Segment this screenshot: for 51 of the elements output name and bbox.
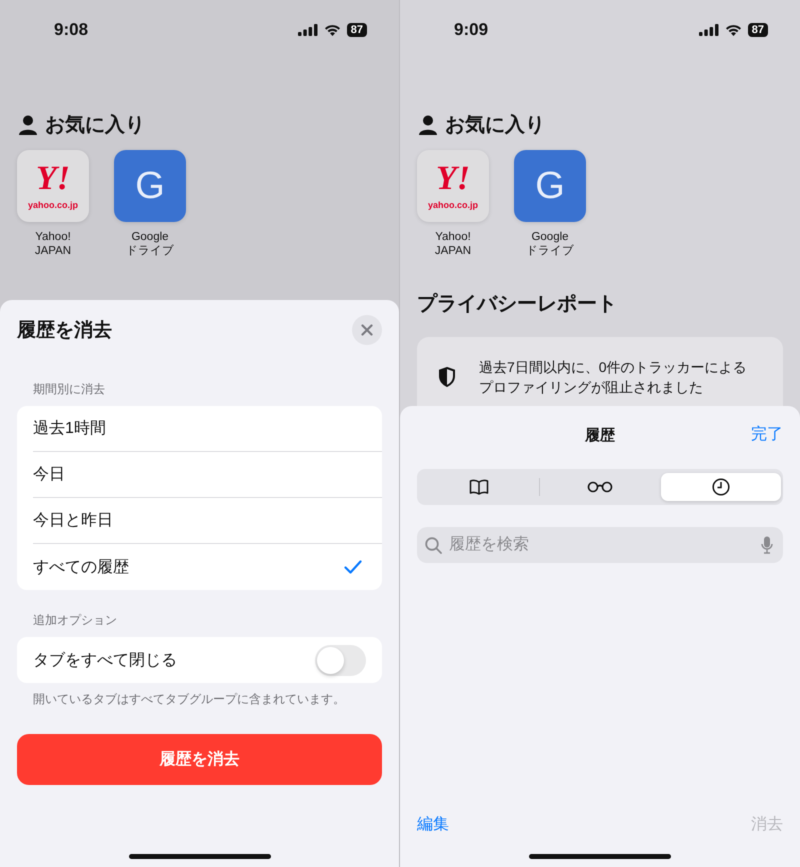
signal-icon [698, 24, 719, 36]
option-label: タブをすべて閉じる [33, 650, 177, 670]
status-time: 9:09 [454, 20, 488, 40]
segment-tab[interactable] [661, 473, 781, 501]
site-label: Yahoo! JAPAN [434, 230, 472, 258]
section-header: 期間別に消去 [32, 381, 106, 398]
footnote: 開いているタブはすべてタブグループに含まれています。 [32, 691, 346, 708]
site-label: Yahoo! JAPAN [34, 230, 72, 258]
microphone-icon [761, 536, 773, 554]
site-label: Google ドライブ [126, 230, 174, 258]
period-option[interactable]: 今日 [33, 452, 382, 498]
book-icon [469, 479, 489, 495]
site-tile[interactable]: Y! yahoo.co.jp [417, 150, 489, 222]
search-field[interactable]: 履歴を検索 [417, 527, 783, 563]
edit-button[interactable]: 編集 [417, 814, 449, 835]
battery-level: 87 [346, 23, 367, 37]
section-header: 追加オプション [32, 612, 118, 629]
site-tile[interactable]: Y! yahoo.co.jp [17, 150, 89, 222]
close-button[interactable] [352, 315, 382, 345]
clear-history-button[interactable]: 履歴を消去 [17, 734, 382, 785]
period-option[interactable]: 今日と昨日 [33, 498, 382, 544]
close-icon [361, 324, 373, 336]
section-title: プライバシーレポート [417, 292, 618, 317]
battery-level: 87 [748, 23, 768, 37]
site-domain: yahoo.co.jp [428, 200, 478, 210]
site-domain: yahoo.co.jp [28, 200, 78, 210]
site-label: Google ドライブ [526, 230, 574, 258]
favorites-title: お気に入り [445, 113, 545, 138]
favorites-title: お気に入り [45, 113, 145, 138]
signal-icon [298, 24, 318, 36]
person-icon [418, 114, 438, 134]
privacy-text: 過去7日間以内に、0件のトラッカーによる プロファイリングが阻止されました [479, 358, 747, 397]
wifi-icon [724, 24, 742, 36]
clock-icon [712, 478, 730, 496]
glasses-icon [587, 481, 613, 493]
site-letter: G [135, 164, 165, 208]
sheet-title: 履歴を消去 [17, 319, 112, 343]
status-time: 9:08 [54, 20, 88, 40]
search-icon [425, 537, 442, 554]
toggle-switch[interactable] [315, 644, 366, 676]
period-option[interactable]: すべての履歴 [33, 544, 382, 590]
site-tile[interactable]: G [114, 150, 186, 222]
wifi-icon [324, 24, 341, 36]
site-tile[interactable]: G [514, 150, 586, 222]
site-letter: G [535, 164, 565, 208]
period-option[interactable]: 過去1時間 [33, 406, 382, 452]
site-logo: Y! [36, 162, 70, 196]
site-logo: Y! [436, 162, 470, 196]
person-icon [18, 114, 38, 134]
shield-icon [439, 367, 455, 387]
checkmark-icon [344, 560, 362, 574]
